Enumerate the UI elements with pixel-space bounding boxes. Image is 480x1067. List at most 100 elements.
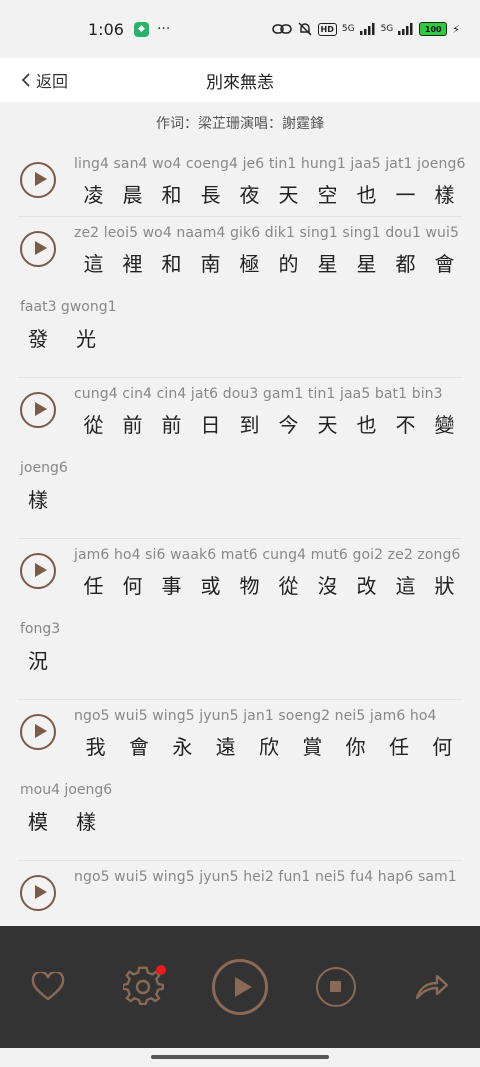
lyric-line-main: ze2 leoi5 wo4 naam4 gik6 dik1 sing1 sing…: [18, 217, 462, 287]
lyric-line: cung4 cin4 cin4 jat6 dou3 gam1 tin1 jaa5…: [18, 378, 462, 539]
lyric-characters: 從前前日到今天也不變: [74, 409, 464, 438]
play-line-button[interactable]: [20, 231, 56, 267]
jyutping-text: cung4 cin4 cin4 jat6 dou3 gam1 tin1 jaa5…: [74, 386, 443, 402]
status-bar: 1:06 ◆ ··· HD 5G 5G 100 ⚡: [0, 0, 480, 58]
lyric-char: 極: [239, 252, 260, 276]
song-credits: 作词：梁芷珊演唱：謝霆鋒: [156, 116, 324, 132]
lyric-char: 裡: [122, 252, 143, 276]
lyric-char: 況: [28, 649, 48, 673]
stop-button[interactable]: [306, 957, 366, 1017]
play-line-button[interactable]: [20, 553, 56, 589]
lyric-char: 和: [161, 183, 182, 207]
lyric-char: 空: [317, 183, 338, 207]
lyric-characters: 這裡和南極的星星都會: [74, 248, 464, 277]
lyric-char: 事: [161, 574, 182, 598]
lyric-line: ngo5 wui5 wing5 jyun5 hei2 fun1 nei5 fu4…: [18, 861, 462, 926]
jyutping-text: ngo5 wui5 wing5 jyun5 jan1 soeng2 nei5 j…: [74, 708, 437, 724]
lyric-char: 長: [200, 183, 221, 207]
jyutping-text: ling4 san4 wo4 coeng4 je6 tin1 hung1 jaa…: [74, 156, 466, 172]
player-bar: [0, 926, 480, 1048]
lyric-line: ngo5 wui5 wing5 jyun5 jan1 soeng2 nei5 j…: [18, 700, 462, 861]
lyric-char: 天: [278, 183, 299, 207]
jyutping-text: joeng6: [20, 460, 68, 476]
jyutping-text: faat3 gwong1: [20, 299, 117, 315]
lyric-line-main: jam6 ho4 si6 waak6 mat6 cung4 mut6 goi2 …: [18, 539, 462, 609]
share-button[interactable]: [402, 957, 462, 1017]
lyric-char: 何: [122, 574, 143, 598]
lyric-char: 欣: [258, 735, 279, 759]
lyric-line: jam6 ho4 si6 waak6 mat6 cung4 mut6 goi2 …: [18, 539, 462, 700]
notification-dot: [156, 965, 166, 975]
lyric-line-continuation: faat3 gwong1 發光: [18, 287, 462, 377]
mute-bell-icon: [297, 22, 312, 36]
lyric-char: 這: [83, 252, 104, 276]
jyutping-text: mou4 joeng6: [20, 782, 113, 798]
lyric-characters: 發光: [28, 323, 96, 352]
lyric-char: 我: [85, 735, 106, 759]
more-notifications-icon: ···: [156, 21, 171, 37]
lyric-char: 樣: [28, 488, 48, 512]
lyric-char: 任: [83, 574, 104, 598]
favorite-button[interactable]: [18, 957, 78, 1017]
lyric-char: 模: [28, 810, 48, 834]
settings-button[interactable]: [114, 957, 174, 1017]
back-button[interactable]: 返回: [20, 58, 68, 102]
lyric-line-main: ngo5 wui5 wing5 jyun5 jan1 soeng2 nei5 j…: [18, 700, 462, 770]
lyric-char: 晨: [122, 183, 143, 207]
lyric-char: 都: [395, 252, 416, 276]
signal-icon: [359, 23, 375, 35]
play-line-button[interactable]: [20, 714, 56, 750]
link-icon: [271, 24, 292, 34]
lyric-char: 不: [395, 413, 416, 437]
hd-voice-icon: HD: [317, 22, 337, 36]
page-title: 別來無恙: [206, 72, 274, 93]
lyric-char: 一: [395, 183, 416, 207]
lyric-char: 樣: [76, 810, 96, 834]
lyrics-list[interactable]: ling4 san4 wo4 coeng4 je6 tin1 hung1 jaa…: [0, 148, 480, 926]
lyric-char: 前: [161, 413, 182, 437]
lyric-char: 也: [356, 413, 377, 437]
home-indicator[interactable]: [151, 1055, 329, 1059]
charging-icon: ⚡: [452, 22, 460, 36]
play-line-button[interactable]: [20, 162, 56, 198]
lyric-char: 會: [434, 252, 455, 276]
lyric-char: 也: [356, 183, 377, 207]
lyric-char: 到: [239, 413, 260, 437]
heart-icon: [31, 972, 65, 1001]
lyric-line-main: cung4 cin4 cin4 jat6 dou3 gam1 tin1 jaa5…: [18, 378, 462, 448]
lyric-char: 變: [434, 413, 455, 437]
lyric-char: 日: [200, 413, 221, 437]
back-label: 返回: [36, 72, 69, 91]
lyric-char: 光: [76, 327, 96, 351]
lyric-char: 南: [200, 252, 221, 276]
lyric-characters: 樣: [28, 484, 48, 513]
lyric-char: 前: [122, 413, 143, 437]
lyric-char: 的: [278, 252, 299, 276]
share-icon: [415, 974, 449, 1000]
lyric-char: 賞: [302, 735, 323, 759]
lyric-char: 這: [395, 574, 416, 598]
lyric-line-continuation: joeng6 樣: [18, 448, 462, 538]
play-line-button[interactable]: [20, 392, 56, 428]
lyric-char: 今: [278, 413, 299, 437]
play-line-button[interactable]: [20, 875, 56, 911]
battery-icon: 100: [419, 22, 448, 36]
app-notification-icon: ◆: [133, 21, 149, 37]
lyric-char: 發: [28, 327, 48, 351]
play-all-button[interactable]: [210, 957, 270, 1017]
jyutping-text: ze2 leoi5 wo4 naam4 gik6 dik1 sing1 sing…: [74, 225, 460, 241]
play-icon: [212, 959, 268, 1015]
lyric-char: 沒: [317, 574, 338, 598]
jyutping-text: ngo5 wui5 wing5 jyun5 hei2 fun1 nei5 fu4…: [74, 869, 457, 885]
lyric-char: 永: [172, 735, 193, 759]
signal-5g-1-label: 5G: [341, 24, 355, 34]
navigation-bar: 返回 別來無恙: [0, 58, 480, 102]
lyric-char: 從: [278, 574, 299, 598]
lyric-char: 你: [345, 735, 366, 759]
chevron-left-icon: [21, 73, 30, 87]
lyric-characters: 任何事或物從沒改這狀: [74, 570, 464, 599]
gesture-bar: [0, 1048, 480, 1067]
lyric-line-main: ling4 san4 wo4 coeng4 je6 tin1 hung1 jaa…: [18, 148, 466, 216]
lyric-char: 遠: [215, 735, 236, 759]
lyric-char: 物: [239, 574, 260, 598]
